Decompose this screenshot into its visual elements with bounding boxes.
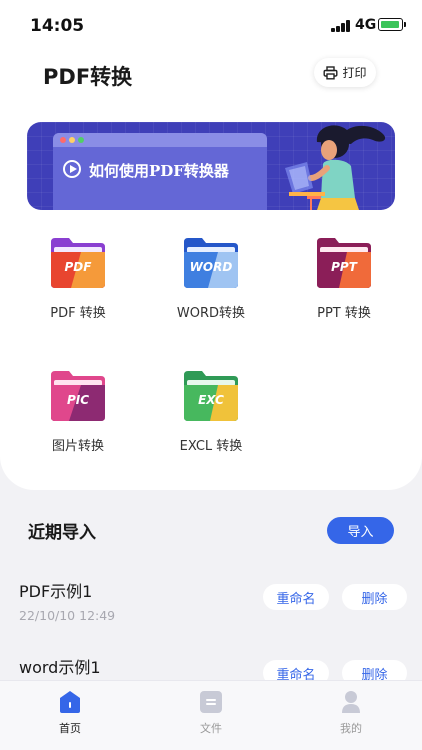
nav-item-profile[interactable]: 我的	[311, 681, 391, 750]
file-icon	[200, 691, 222, 713]
status-time: 14:05	[30, 16, 85, 36]
tool-label: EXCL 转换	[179, 439, 243, 454]
delete-button[interactable]: 删除	[342, 584, 407, 610]
print-button[interactable]: 打印	[314, 58, 376, 87]
rename-button[interactable]: 重命名	[263, 584, 329, 610]
printer-icon	[323, 65, 338, 80]
nav-item-home[interactable]: 首页	[30, 681, 110, 750]
file-date: 22/10/10 12:49	[19, 608, 116, 623]
page-title: PDF转换	[43, 65, 133, 89]
bottom-nav: 首页 文件 我的	[0, 680, 422, 750]
home-icon	[60, 691, 80, 713]
signal-icon	[331, 20, 351, 32]
banner-title: 如何使用PDF转换器	[89, 162, 229, 180]
battery-icon	[378, 18, 406, 31]
word-icon-text: WORD	[189, 260, 233, 274]
tool-word[interactable]: WORD WORD转换	[156, 238, 266, 328]
nav-label: 首页	[59, 722, 81, 735]
tool-excel[interactable]: EXC EXCL 转换	[156, 371, 266, 461]
import-button[interactable]: 导入	[327, 517, 394, 544]
excel-icon-text: EXC	[198, 393, 224, 407]
nav-label: 我的	[340, 722, 362, 735]
tool-label: WORD转换	[176, 306, 246, 321]
print-label: 打印	[342, 66, 367, 80]
network-label: 4G	[355, 17, 377, 33]
woman-laptop-illustration	[285, 125, 386, 210]
tool-pic[interactable]: PIC 图片转换	[23, 371, 133, 461]
file-name: PDF示例1	[19, 582, 93, 601]
tool-ppt[interactable]: PPT PPT 转换	[289, 238, 399, 328]
tool-label: PDF 转换	[50, 306, 106, 321]
recent-section-title: 近期导入	[28, 523, 96, 543]
nav-label: 文件	[200, 722, 222, 735]
tool-label: PPT 转换	[317, 306, 371, 321]
play-icon[interactable]	[63, 160, 81, 178]
profile-icon	[342, 691, 360, 713]
tool-pdf[interactable]: PDF PDF 转换	[23, 238, 133, 328]
status-bar: 14:05 4G	[0, 0, 422, 50]
nav-item-files[interactable]: 文件	[171, 681, 251, 750]
list-item: PDF示例1 22/10/10 12:49 重命名 删除	[0, 578, 422, 648]
file-name: word示例1	[19, 658, 101, 677]
tool-label: 图片转换	[51, 439, 104, 454]
pdf-icon-text: PDF	[64, 260, 92, 274]
ppt-icon-text: PPT	[331, 260, 357, 274]
tutorial-banner[interactable]: 如何使用PDF转换器	[27, 122, 395, 210]
pic-icon-text: PIC	[66, 393, 90, 407]
